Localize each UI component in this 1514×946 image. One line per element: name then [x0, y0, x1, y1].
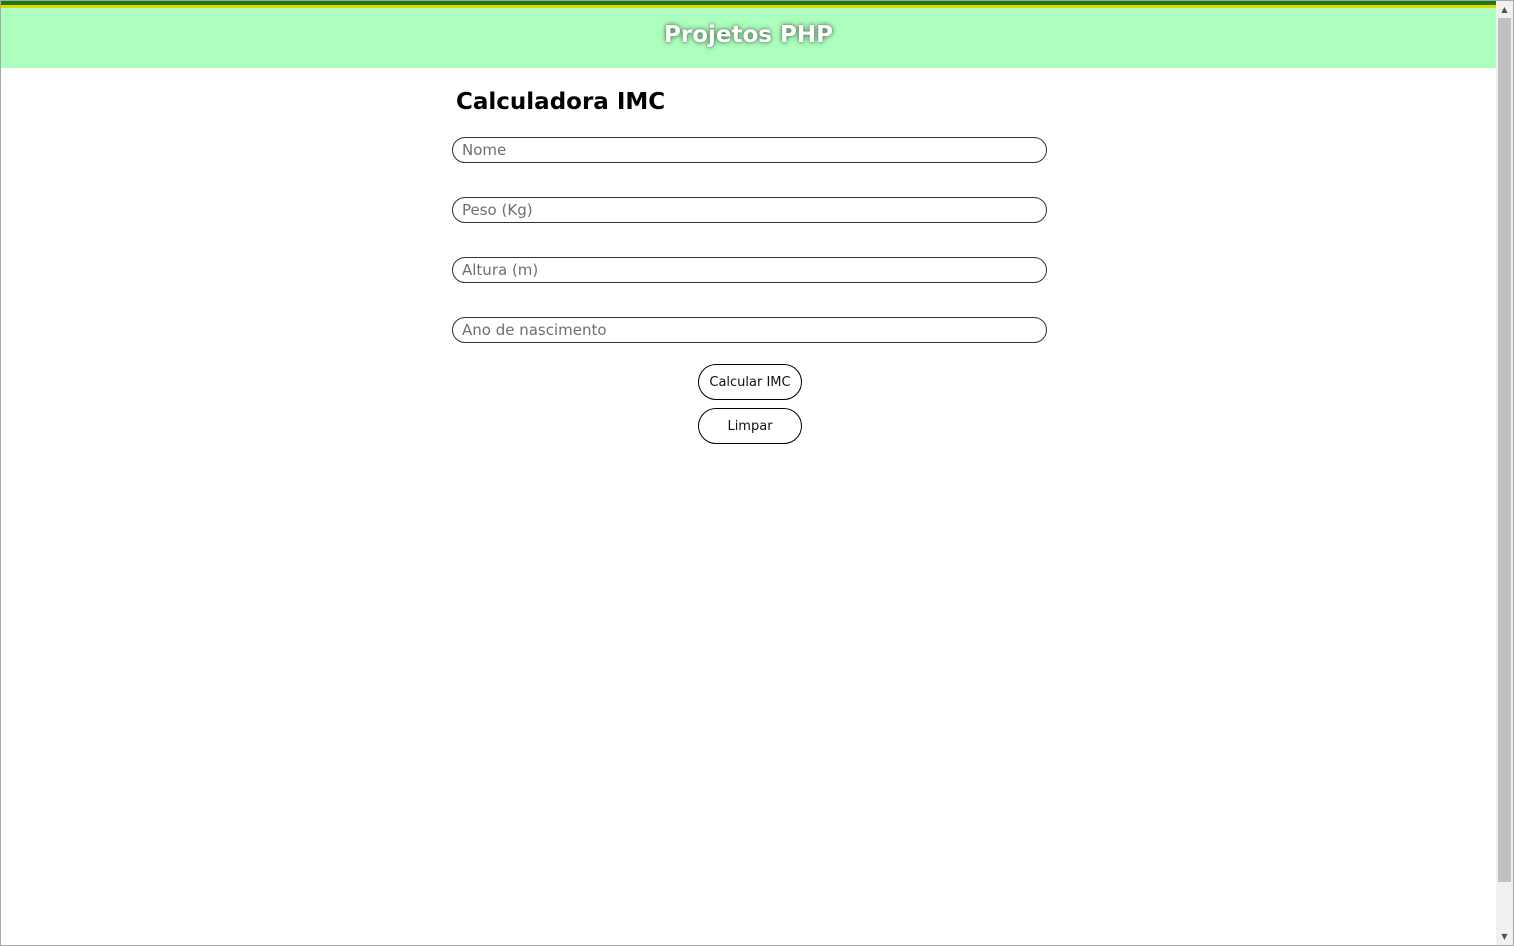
site-title: Projetos PHP [664, 22, 833, 48]
clear-button[interactable]: Limpar [698, 408, 802, 444]
page-title: Calculadora IMC [456, 89, 666, 115]
name-input[interactable] [452, 137, 1047, 163]
scroll-down-arrow-icon[interactable]: ▼ [1496, 928, 1513, 945]
page-viewport: Projetos PHP Calculadora IMC Calcular IM… [1, 1, 1496, 945]
site-header: Projetos PHP [1, 8, 1496, 68]
weight-input[interactable] [452, 197, 1047, 223]
bmi-form: Calculadora IMC Calcular IMC Limpar [452, 86, 1047, 444]
calculate-bmi-button[interactable]: Calcular IMC [698, 364, 802, 400]
scroll-up-arrow-icon[interactable]: ▲ [1496, 1, 1513, 18]
browser-window: Projetos PHP Calculadora IMC Calcular IM… [0, 0, 1514, 946]
height-input[interactable] [452, 257, 1047, 283]
vertical-scrollbar[interactable]: ▲ ▼ [1496, 1, 1513, 945]
scrollbar-thumb[interactable] [1498, 18, 1511, 882]
birth-year-input[interactable] [452, 317, 1047, 343]
